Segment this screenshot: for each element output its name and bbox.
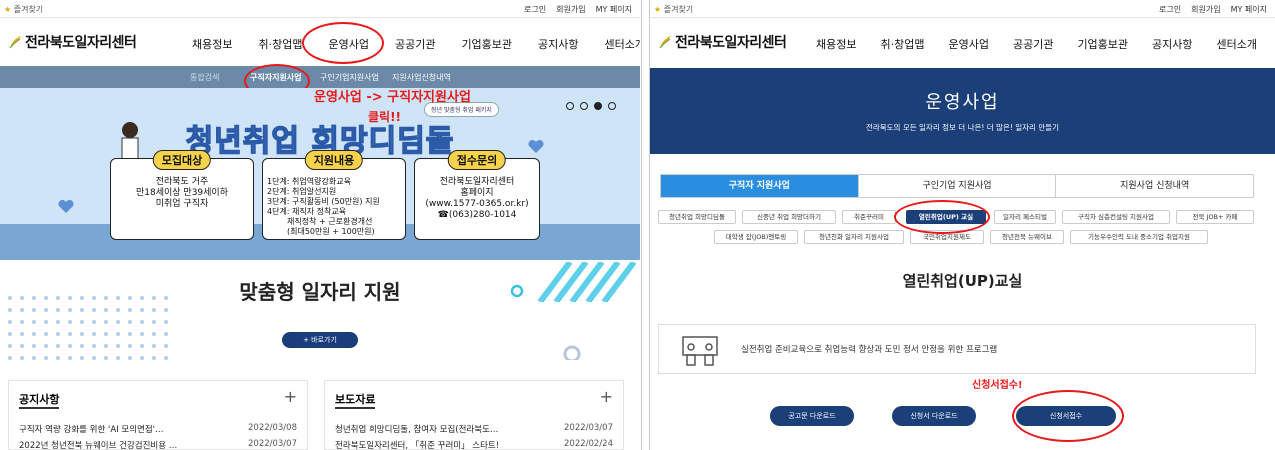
site-logo[interactable]: 전라북도일자리센터 — [658, 32, 787, 52]
carousel-dots[interactable] — [566, 102, 616, 110]
list-item[interactable]: 2022년 청년전북 뉴웨이브 건강검진비용 … 2022/03/07 — [19, 439, 297, 450]
page-banner: 운영사업 전라북도의 모든 일자리 정보 더 나은! 더 많은! 일자리 만들기 — [650, 68, 1275, 154]
nav-company-pr[interactable]: 기업홍보관 — [1077, 36, 1128, 52]
card-head: 지원내용 — [304, 150, 364, 170]
card-body: 전라북도일자리센터 홈페이지 (www.1577-0365.or.kr) ☎(0… — [425, 177, 529, 220]
highlight-circle-open-class — [894, 200, 990, 234]
nav-center-intro[interactable]: 센터소개 — [1217, 36, 1257, 52]
chip-skilled-workforce[interactable]: 기능우수인력 도내 중소기업 취업지원 — [1070, 230, 1208, 244]
main-nav: 채용정보 취·창업맵 운영사업 공공기관 기업홍보관 공지사항 센터소개 — [816, 36, 1275, 52]
page-subtitle: 전라북도의 모든 일자리 정보 더 나은! 더 많은! 일자리 만들기 — [865, 123, 1060, 132]
chip-consulting[interactable]: 구직자 심층컨설팅 지원사업 — [1062, 210, 1170, 224]
program-description: 실전취업 준비교육으로 취업능력 향상과 도민 정서 안정을 위한 프로그램 — [741, 345, 998, 355]
highlight-circle-apply — [1012, 390, 1124, 442]
signup-link[interactable]: 회원가입 — [556, 4, 585, 15]
ring-decoration-icon — [510, 284, 524, 298]
utility-bar: ★ 즐겨찾기 로그인 회원가입 MY 페이지 — [650, 0, 1275, 18]
panel-divider — [641, 0, 650, 450]
heart-icon — [58, 200, 74, 213]
chip-job-festival[interactable]: 일자리 페스티벌 — [994, 210, 1056, 224]
chip-job-package[interactable]: 취준꾸러미 — [842, 210, 896, 224]
highlight-circle-operations — [302, 22, 384, 64]
nav-notices[interactable]: 공지사항 — [538, 36, 578, 52]
tab-employer-support[interactable]: 구인기업 지원사업 — [859, 175, 1057, 197]
nav-public-institutions[interactable]: 공공기관 — [1013, 36, 1053, 52]
leaf-logo-icon — [9, 36, 21, 49]
list-item[interactable]: 구직자 역량 강화를 위한 'AI 모의면접'… 2022/03/08 — [19, 423, 297, 435]
program-info-box: 실전취업 준비교육으로 취업능력 향상과 도민 정서 안정을 위한 프로그램 — [658, 324, 1256, 374]
carousel-dot[interactable] — [566, 102, 574, 110]
card-body: 1단계: 취업역량강화교육 2단계: 취업알선지원 3단계: 구직활동비 (50… — [267, 177, 380, 236]
nav-company-pr[interactable]: 기업홍보관 — [461, 36, 512, 52]
star-icon: ★ — [4, 5, 12, 14]
card-head: 접수문의 — [447, 150, 507, 170]
right-screenshot: ★ 즐겨찾기 로그인 회원가입 MY 페이지 전라북도일자리센터 채용정보 취·… — [650, 0, 1275, 450]
chip-job-mentoring[interactable]: 대학생 잡(JOB)멘토링 — [714, 230, 798, 244]
annotation-apply: 신청서접수! — [972, 380, 1023, 391]
nav-startup-map[interactable]: 취·창업맵 — [880, 36, 924, 52]
chip-new-wave[interactable]: 청년전북 뉴웨이브 — [990, 230, 1064, 244]
notice-title: 공지사항 — [19, 391, 60, 409]
utility-bar: ★ 즐겨찾기 로그인 회원가입 MY 페이지 — [0, 0, 640, 18]
nav-notices[interactable]: 공지사항 — [1152, 36, 1192, 52]
annotation-path: 운영사업 -> 구직자지원사업 — [314, 90, 471, 105]
nav-center-intro[interactable]: 센터소개 — [605, 36, 640, 52]
hero-banner[interactable]: 청년 맞춤형 취업 패키지 청년취업 희망디딤돌 모집대상 전라북도 거주 만1… — [0, 88, 640, 260]
chip-hope-stepping-stone[interactable]: 청년취업 희망디딤돌 — [658, 210, 736, 224]
site-logo[interactable]: 전라북도일자리센터 — [8, 32, 137, 52]
mypage-link[interactable]: MY 페이지 — [1231, 4, 1267, 15]
submenu-employer-support[interactable]: 구인기업지원사업 — [320, 72, 379, 83]
custom-job-section: 맞춤형 일자리 지원 + 바로가기 — [0, 262, 640, 372]
page-title: 운영사업 — [925, 92, 1000, 113]
class-illustration-icon — [682, 336, 718, 366]
main-nav: 채용정보 취·창업맵 운영사업 공공기관 기업홍보관 공지사항 센터소개 — [192, 36, 640, 52]
nav-public-institutions[interactable]: 공공기관 — [395, 36, 435, 52]
card-recruit-target: 모집대상 전라북도 거주 만18세이상 만39세이하 미취업 구직자 — [110, 150, 254, 240]
login-link[interactable]: 로그인 — [524, 4, 546, 15]
login-link[interactable]: 로그인 — [1159, 4, 1181, 15]
notice-more-button[interactable]: + — [284, 387, 297, 406]
card-inquiry: 접수문의 전라북도일자리센터 홈페이지 (www.1577-0365.or.kr… — [414, 150, 540, 240]
card-body: 전라북도 거주 만18세이상 만39세이하 미취업 구직자 — [135, 177, 228, 209]
submenu-application-history[interactable]: 지원사업신청내역 — [392, 72, 451, 83]
chip-job-cafe[interactable]: 전북 JOB+ 카페 — [1176, 210, 1254, 224]
list-item[interactable]: 청년취업 희망디딤돌, 참여자 모집(전라북도… 2022/03/07 — [335, 423, 613, 435]
operations-submenu: 통합검색 구직자지원사업 구인기업지원사업 지원사업신청내역 — [0, 66, 640, 88]
signup-link[interactable]: 회원가입 — [1191, 4, 1220, 15]
press-box: 보도자료 + 청년취업 희망디딤돌, 참여자 모집(전라북도… 2022/03/0… — [324, 380, 624, 450]
section-title: 열린취업(UP)교실 — [902, 272, 1023, 290]
chip-youth-friendly[interactable]: 청년친화 일자리 지원사업 — [804, 230, 904, 244]
stripes-decoration-icon — [537, 262, 637, 302]
notice-box: 공지사항 + 구직자 역량 강화를 위한 'AI 모의면접'… 2022/03/0… — [8, 380, 308, 450]
press-title: 보도자료 — [335, 391, 376, 409]
card-head: 모집대상 — [152, 150, 212, 170]
nav-jobs[interactable]: 채용정보 — [816, 36, 856, 52]
leaf-logo-icon — [659, 36, 671, 49]
carousel-dot[interactable] — [608, 102, 616, 110]
notice-download-button[interactable]: 공고문 다운로드 — [770, 406, 854, 426]
press-more-button[interactable]: + — [600, 387, 613, 406]
mypage-link[interactable]: MY 페이지 — [596, 4, 632, 15]
tab-jobseeker-support[interactable]: 구직자 지원사업 — [661, 175, 859, 197]
annotation-click: 클릭!! — [368, 110, 402, 124]
left-screenshot: ★ 즐겨찾기 로그인 회원가입 MY 페이지 전라북도일자리센터 채용정보 취·… — [0, 0, 640, 450]
favorite-link[interactable]: ★ 즐겨찾기 — [4, 4, 43, 15]
chip-middle-age[interactable]: 신중년 취업 희망더하기 — [742, 210, 836, 224]
program-tabs: 구직자 지원사업 구인기업 지원사업 지원사업 신청내역 — [660, 174, 1254, 198]
tab-application-history[interactable]: 지원사업 신청내역 — [1056, 175, 1253, 197]
carousel-dot-active[interactable] — [594, 102, 602, 110]
carousel-dot[interactable] — [580, 102, 588, 110]
nav-startup-map[interactable]: 취·창업맵 — [258, 36, 302, 52]
go-button[interactable]: + 바로가기 — [282, 332, 358, 348]
heart-icon — [528, 140, 544, 153]
submenu-search[interactable]: 통합검색 — [190, 72, 219, 83]
ring-decoration-icon — [563, 345, 581, 360]
form-download-button[interactable]: 신청서 다운로드 — [892, 406, 976, 426]
list-item[interactable]: 전라북도일자리센터, 「취준 꾸러미」 스타트! 2022/02/24 — [335, 439, 613, 450]
star-icon: ★ — [654, 5, 662, 14]
favorite-link[interactable]: ★ 즐겨찾기 — [654, 4, 693, 15]
nav-operations[interactable]: 운영사업 — [948, 36, 988, 52]
card-support-content: 지원내용 1단계: 취업역량강화교육 2단계: 취업알선지원 3단계: 구직활동… — [262, 150, 406, 240]
nav-jobs[interactable]: 채용정보 — [192, 36, 232, 52]
